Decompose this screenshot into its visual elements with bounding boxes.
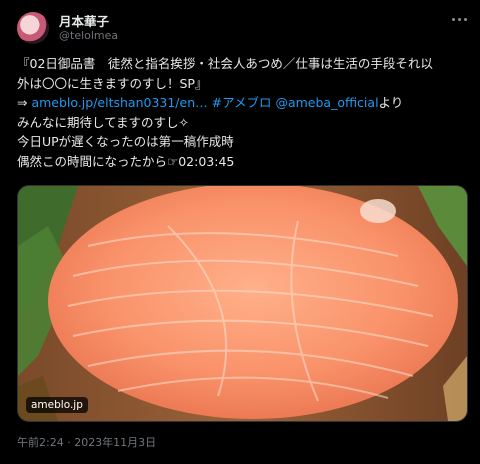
mention-link[interactable]: @ameba_official (275, 95, 378, 110)
tweet-line-5: 今日UPが遅くなったのは第一稿作成時 (17, 134, 234, 149)
author-avatar[interactable] (17, 12, 49, 44)
more-options-icon[interactable] (448, 11, 470, 27)
arrow-text: ⇒ (17, 95, 32, 110)
tweet-line-1: 『02日御品書 徒然と指名挨拶・社会人あつめ／仕事は生活の手段それ以 (17, 56, 433, 71)
hashtag-link[interactable]: #アメブロ (212, 95, 272, 110)
tweet-line-6: 偶然この時間になったから☞02:03:45 (17, 153, 235, 169)
salmon-sushi-image (18, 186, 467, 421)
tweet-line-4: みんなに期待してますのすし✧ (17, 114, 189, 130)
tweet-text: 『02日御品書 徒然と指名挨拶・社会人あつめ／仕事は生活の手段それ以 外は〇〇に… (17, 54, 467, 171)
blog-link[interactable]: ameblo.jp/eltshan0331/en… (31, 95, 207, 110)
tweet-line-3: ⇒ ameblo.jp/eltshan0331/en… #アメブロ @ameba… (17, 93, 467, 113)
author-handle[interactable]: @telolmea (59, 29, 118, 42)
author-display-name[interactable]: 月本華子 (59, 11, 109, 30)
yori-text: より (378, 95, 404, 110)
tweet-timestamp[interactable]: 午前2:24 · 2023年11月3日 (17, 434, 156, 450)
link-card-image[interactable]: ameblo.jp (17, 185, 468, 422)
media-domain-badge: ameblo.jp (26, 397, 88, 413)
tweet-line-2: 外は〇〇に生きますのすし！SP』 (17, 75, 208, 91)
